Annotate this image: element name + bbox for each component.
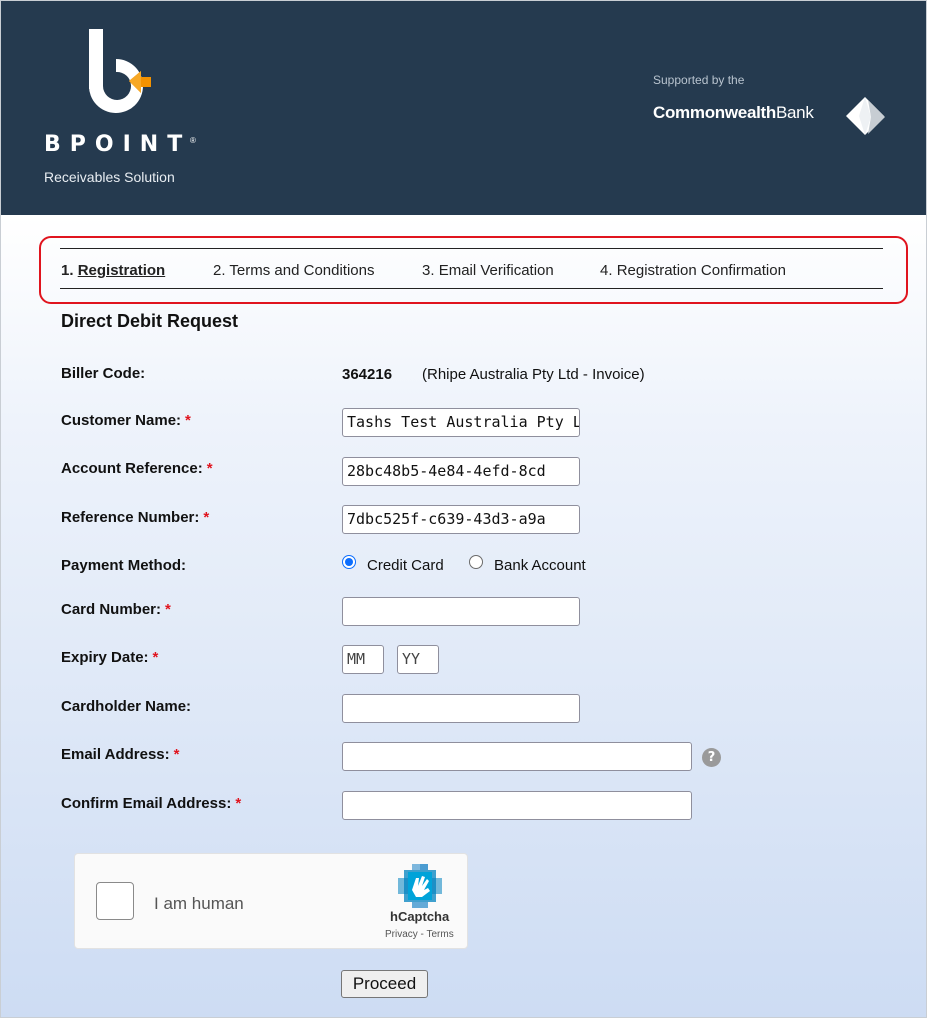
step-number: 4. [600,262,613,279]
biller-code-value: 364216 [342,366,393,383]
step-email-verification: 3. Email Verification [422,262,554,279]
email-address-input[interactable] [342,742,692,771]
expiry-date-label: Expiry Date: * [61,649,158,666]
divider [60,248,883,249]
divider [60,288,883,289]
label-text: Confirm Email Address: [61,795,232,812]
hcaptcha-brand: hCaptcha [390,909,450,924]
biller-code-label: Biller Code: [61,365,146,382]
confirm-email-input[interactable] [342,791,692,820]
cardholder-name-label: Cardholder Name: [61,698,192,715]
required-marker: * [235,795,242,812]
commbank-diamond-icon [846,97,885,135]
required-marker: * [203,509,210,526]
account-reference-label: Account Reference: * [61,460,213,477]
required-marker: * [185,412,191,429]
step-number: 1. [61,262,74,279]
header-banner: BPOINT ® Receivables Solution Supported … [1,1,926,215]
credit-card-radio[interactable] [342,555,356,569]
help-icon[interactable]: ? [702,748,721,767]
bank-name-bold: Commonwealth [653,103,776,122]
required-marker: * [152,649,159,666]
label-text: Email Address: [61,746,170,763]
expiry-year-input[interactable]: YY [397,645,439,674]
email-address-label: Email Address: * [61,746,180,763]
brand-name: BPOINT [44,132,192,157]
hcaptcha-logo-icon [398,864,442,908]
step-registration-confirmation: 4. Registration Confirmation [600,262,786,279]
supported-by-text: Supported by the [653,73,745,87]
payment-method-label: Payment Method: [61,557,187,574]
credit-card-label[interactable]: Credit Card [367,557,444,574]
account-reference-input[interactable]: 28bc48b5-4e84-4efd-8cd [342,457,580,486]
bpoint-logo-icon [88,29,151,113]
required-marker: * [206,460,213,477]
bank-name: CommonwealthBank [653,103,814,123]
cardholder-name-input[interactable] [342,694,580,723]
proceed-button[interactable]: Proceed [341,970,428,998]
expiry-month-input[interactable]: MM [342,645,384,674]
captcha-checkbox[interactable] [96,882,134,920]
label-text: Card Number: [61,601,162,618]
confirm-email-label: Confirm Email Address: * [61,795,241,812]
step-label: Email Verification [438,262,554,279]
card-number-input[interactable] [342,597,580,626]
label-text: Account Reference: [61,460,203,477]
reference-number-input[interactable]: 7dbc525f-c639-43d3-a9a [342,505,580,534]
page-title: Direct Debit Request [61,311,239,331]
step-terms: 2. Terms and Conditions [213,262,375,279]
card-number-label: Card Number: * [61,601,171,618]
step-number: 3. [422,262,435,279]
step-number: 2. [213,262,226,279]
biller-code-description: (Rhipe Australia Pty Ltd - Invoice) [422,366,645,383]
hcaptcha-widget: I am human hCaptcha Privacy - Terms [74,853,468,949]
step-label: Registration [77,262,166,279]
reference-number-label: Reference Number: * [61,509,209,526]
label-text: Customer Name: [61,412,182,429]
required-marker: * [173,746,180,763]
brand-subtitle: Receivables Solution [44,169,175,185]
required-marker: * [165,601,171,618]
step-registration: 1. Registration [61,262,165,279]
label-text: Expiry Date: [61,649,149,666]
label-text: Reference Number: [61,509,200,526]
step-label: Terms and Conditions [229,262,375,279]
step-label: Registration Confirmation [616,262,786,279]
bank-account-label[interactable]: Bank Account [494,557,586,574]
bank-account-radio[interactable] [469,555,483,569]
brand-trademark: ® [190,136,196,145]
hcaptcha-links[interactable]: Privacy - Terms [385,929,454,940]
customer-name-label: Customer Name: * [61,412,191,429]
bank-name-regular: Bank [775,103,814,122]
customer-name-input[interactable]: Tashs Test Australia Pty Ltd [342,408,580,437]
captcha-label[interactable]: I am human [154,894,244,914]
